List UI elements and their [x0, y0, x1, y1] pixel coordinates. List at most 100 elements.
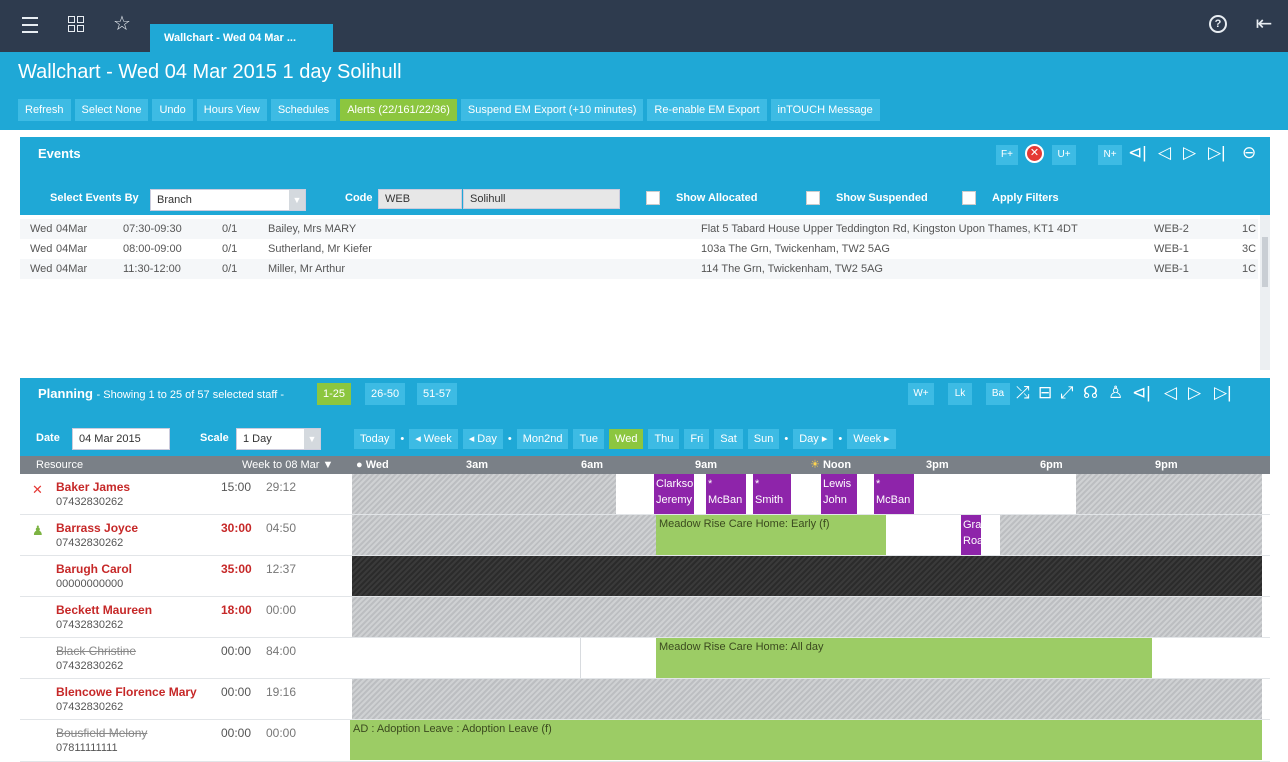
help-icon[interactable]: ? — [1206, 12, 1230, 36]
day-mon-button[interactable]: Mon2nd — [516, 429, 569, 449]
staff-timeline[interactable] — [350, 679, 1270, 719]
event-extra: 3C — [1242, 243, 1256, 255]
page-header: Wallchart - Wed 04 Mar 2015 1 day Solihu… — [0, 52, 1288, 130]
table-row[interactable]: Black Christine 07432830262 00:00 84:00 … — [20, 638, 1270, 679]
w-plus-button[interactable]: W+ — [908, 383, 934, 405]
day-thu-button[interactable]: Thu — [648, 429, 680, 449]
next-week-button[interactable]: Week ▸ — [847, 429, 896, 449]
table-row[interactable]: Bousfield Melony 07811111111 00:00 00:00… — [20, 720, 1270, 762]
visit-block[interactable]: Lewis John — [821, 474, 857, 514]
staff-timeline[interactable]: Meadow Rise Care Home: All day — [350, 638, 1270, 678]
show-allocated-checkbox[interactable] — [646, 191, 660, 205]
scale-dropdown[interactable]: 1 Day ▼ — [236, 428, 321, 450]
staff-name[interactable]: Baker James — [56, 480, 130, 494]
favourite-star-icon[interactable]: ☆ — [110, 12, 134, 36]
list-toggle-icon[interactable]: ⊟ — [1038, 383, 1052, 403]
events-header: Events F+ ✕ U+ N+ ⊲| ◁ ▷ ▷| ⊖ Select Eve… — [20, 137, 1270, 215]
lk-button[interactable]: Lk — [948, 383, 972, 405]
visit-block[interactable]: Clarkso Jeremy — [654, 474, 694, 514]
table-row[interactable]: ✕ Baker James 07432830262 15:00 29:12 Cl… — [20, 474, 1270, 515]
events-scrollbar[interactable] — [1260, 215, 1270, 370]
select-events-by-dropdown[interactable]: Branch ▼ — [150, 189, 306, 211]
schedules-button[interactable]: Schedules — [270, 99, 337, 121]
week-column-header[interactable]: Week to 08 Mar ▼ — [242, 456, 333, 474]
first-page-icon[interactable]: ⊲| — [1128, 143, 1147, 163]
visit-block[interactable]: Gra Roa — [961, 515, 981, 555]
staff-timeline[interactable]: AD : Adoption Leave : Adoption Leave (f) — [350, 720, 1270, 760]
shuffle-icon[interactable]: ⤮ — [1016, 383, 1030, 403]
user-icon[interactable]: ♙ — [1108, 383, 1123, 403]
event-allocation: 0/1 — [222, 263, 238, 275]
day-tue-button[interactable]: Tue — [573, 429, 605, 449]
last-page-icon[interactable]: ▷| — [1208, 143, 1226, 163]
page-51-57-button[interactable]: 51-57 — [417, 383, 458, 405]
table-row[interactable]: Barugh Carol 00000000000 35:00 12:37 — [20, 556, 1270, 597]
prev-page-icon[interactable]: ◁ — [1164, 383, 1177, 403]
code-input[interactable]: WEB — [378, 189, 462, 209]
prev-page-icon[interactable]: ◁ — [1158, 143, 1171, 163]
prev-day-button[interactable]: ◂ Day — [462, 429, 503, 449]
group-users-icon[interactable]: ☊ — [1083, 383, 1098, 403]
shift-block[interactable]: Meadow Rise Care Home: All day — [656, 638, 1152, 678]
table-row[interactable]: Beckett Maureen 07432830262 18:00 00:00 — [20, 597, 1270, 638]
select-none-button[interactable]: Select None — [74, 99, 149, 121]
table-row[interactable]: Blencowe Florence Mary 07432830262 00:00… — [20, 679, 1270, 720]
shift-block[interactable]: Meadow Rise Care Home: Early (f) — [656, 515, 886, 555]
next-page-icon[interactable]: ▷ — [1188, 383, 1201, 403]
page-1-25-button[interactable]: 1-25 — [317, 383, 352, 405]
list-item[interactable]: Wed 04Mar 11:30-12:00 0/1 Miller, Mr Art… — [20, 259, 1258, 279]
refresh-button[interactable]: Refresh — [18, 99, 71, 121]
resource-column-header[interactable]: Resource — [36, 456, 83, 474]
u-plus-button[interactable]: U+ — [1052, 145, 1076, 165]
visit-block[interactable]: * McBan — [706, 474, 746, 514]
staff-timeline[interactable]: Clarkso Jeremy * McBan * Smith Lewis Joh… — [350, 474, 1270, 514]
next-day-button[interactable]: Day ▸ — [793, 429, 834, 449]
staff-timeline[interactable] — [350, 597, 1270, 637]
hours-view-button[interactable]: Hours View — [196, 99, 267, 121]
list-item[interactable]: Wed 04Mar 08:00-09:00 0/1 Sutherland, Mr… — [20, 239, 1258, 259]
next-page-icon[interactable]: ▷ — [1183, 143, 1196, 163]
ba-button[interactable]: Ba — [986, 383, 1010, 405]
page-26-50-button[interactable]: 26-50 — [365, 383, 406, 405]
f-plus-button[interactable]: F+ — [996, 145, 1018, 165]
reenable-em-export-button[interactable]: Re-enable EM Export — [647, 99, 767, 121]
intouch-message-button[interactable]: inTOUCH Message — [770, 99, 880, 121]
staff-name[interactable]: Barrass Joyce — [56, 521, 138, 535]
staff-name[interactable]: Black Christine — [56, 644, 136, 658]
unavailable-block — [352, 597, 1262, 637]
staff-name[interactable]: Barugh Carol — [56, 562, 132, 576]
apps-grid-icon[interactable] — [64, 12, 88, 36]
visit-block[interactable]: * McBan — [874, 474, 914, 514]
apply-filters-checkbox[interactable] — [962, 191, 976, 205]
list-item[interactable]: Wed 04Mar 07:30-09:30 0/1 Bailey, Mrs MA… — [20, 219, 1258, 239]
branch-input[interactable]: Solihull — [463, 189, 620, 209]
alerts-button[interactable]: Alerts (22/161/22/36) — [340, 99, 457, 121]
clear-filters-icon[interactable]: ✕ — [1025, 144, 1044, 163]
staff-name[interactable]: Blencowe Florence Mary — [56, 685, 197, 699]
day-sat-button[interactable]: Sat — [714, 429, 743, 449]
day-sun-button[interactable]: Sun — [747, 429, 780, 449]
prev-week-button[interactable]: ◂ Week — [409, 429, 458, 449]
date-input[interactable]: 04 Mar 2015 — [72, 428, 170, 450]
day-fri-button[interactable]: Fri — [684, 429, 710, 449]
expand-icon[interactable]: ⤢ — [1060, 383, 1074, 403]
day-wed-button[interactable]: Wed — [609, 429, 644, 449]
last-page-icon[interactable]: ▷| — [1214, 383, 1232, 403]
show-suspended-checkbox[interactable] — [806, 191, 820, 205]
undo-button[interactable]: Undo — [152, 99, 193, 121]
staff-name[interactable]: Bousfield Melony — [56, 726, 147, 740]
table-row[interactable]: ♟ Barrass Joyce 07432830262 30:00 04:50 … — [20, 515, 1270, 556]
back-circle-icon[interactable]: ⊖ — [1242, 143, 1256, 163]
menu-icon[interactable] — [18, 12, 42, 36]
visit-block[interactable]: * Smith — [753, 474, 791, 514]
staff-name[interactable]: Beckett Maureen — [56, 603, 152, 617]
staff-timeline[interactable] — [350, 556, 1270, 596]
tab-wallchart[interactable]: Wallchart - Wed 04 Mar ... — [150, 24, 333, 52]
first-page-icon[interactable]: ⊲| — [1132, 383, 1151, 403]
suspend-em-export-button[interactable]: Suspend EM Export (+10 minutes) — [460, 99, 644, 121]
n-plus-button[interactable]: N+ — [1098, 145, 1122, 165]
logout-icon[interactable]: ⇤ — [1252, 12, 1276, 36]
today-button[interactable]: Today — [354, 429, 396, 449]
leave-block[interactable]: AD : Adoption Leave : Adoption Leave (f) — [350, 720, 1262, 760]
staff-timeline[interactable]: Meadow Rise Care Home: Early (f) Gra Roa — [350, 515, 1270, 555]
